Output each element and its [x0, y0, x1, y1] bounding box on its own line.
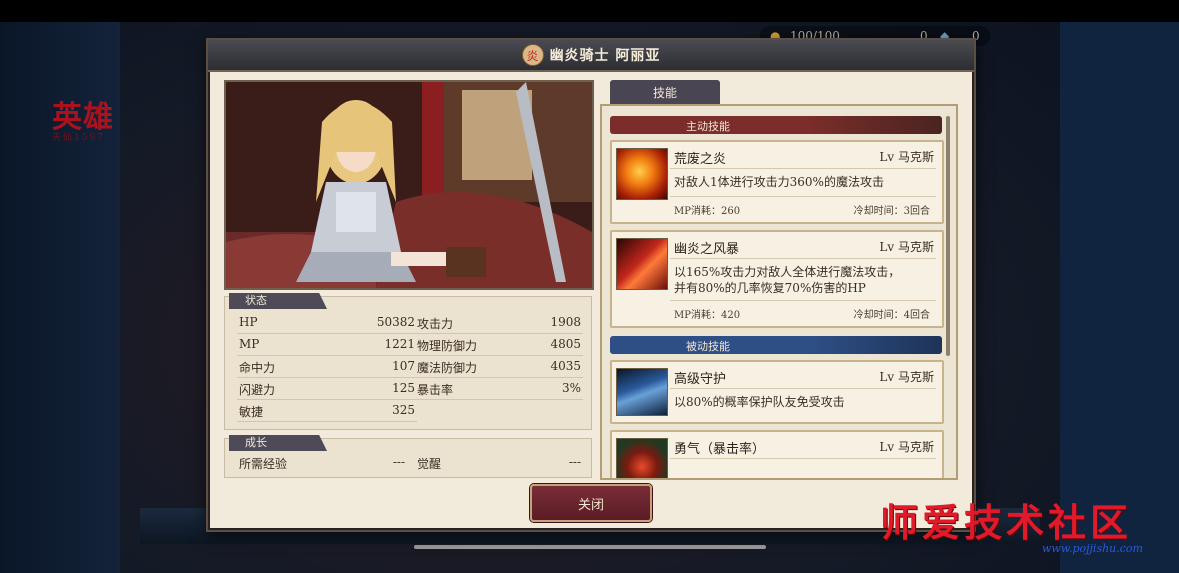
- divider: [670, 300, 936, 301]
- stat-label: 物理防御力: [417, 339, 478, 353]
- skill-level: Lv 马克斯: [879, 440, 934, 454]
- stat-label: 攻击力: [417, 317, 454, 331]
- stat-value: 125: [392, 381, 415, 395]
- skill-card-1[interactable]: 荒废之炎 Lv 马克斯 对敌人1体进行攻击力360%的魔法攻击 MP消耗：260…: [610, 140, 944, 224]
- stat-row-evasion: 闪避力 125: [237, 379, 417, 400]
- character-illustration: [226, 82, 592, 288]
- divider: [670, 388, 936, 389]
- skill-level: Lv 马克斯: [879, 370, 934, 384]
- passive-skills-header: 被动技能: [610, 336, 942, 354]
- skill-level: Lv 马克斯: [879, 240, 934, 254]
- stat-label: 闪避力: [239, 383, 276, 397]
- watermark: 师爱技术社区 www.pojjishu.com: [876, 492, 1176, 562]
- stat-value: 4805: [550, 337, 581, 351]
- character-detail-dialog: 炎 幽炎骑士 阿丽亚 状态 HP 50382 MP 1221 命中力 107 闪…: [206, 38, 976, 532]
- active-skills-header: 主动技能: [610, 116, 942, 134]
- dialog-title: 幽炎骑士 阿丽亚: [549, 48, 661, 64]
- left-backdrop: [0, 0, 120, 573]
- growth-row-exp: 所需经验 ---: [237, 453, 407, 473]
- skill-description: 以80%的概率保护队友免受攻击: [674, 395, 845, 409]
- home-indicator: [414, 545, 766, 549]
- courage-icon: [616, 438, 668, 478]
- shield-guard-icon: [616, 368, 668, 416]
- skill-mp-cost: MP消耗：420: [674, 310, 741, 321]
- stat-row-hp: HP 50382: [237, 313, 417, 334]
- skill-name: 幽炎之风暴: [674, 242, 740, 257]
- stat-value: 3%: [561, 381, 581, 395]
- flame-storm-icon: [616, 238, 668, 290]
- stat-value: 1221: [384, 337, 415, 351]
- fire-element-icon: 炎: [521, 44, 544, 66]
- skill-description: 对敌人1体进行攻击力360%的魔法攻击: [674, 175, 884, 189]
- skill-name: 高级守护: [674, 372, 727, 387]
- status-bar: [0, 0, 1179, 22]
- stat-row-mp: MP 1221: [237, 335, 417, 356]
- skill-card-2[interactable]: 幽炎之风暴 Lv 马克斯 以165%攻击力对敌人全体进行魔法攻击， 并有80%的…: [610, 230, 944, 328]
- stat-label: MP: [239, 337, 260, 351]
- stat-row-accuracy: 命中力 107: [237, 357, 417, 378]
- stat-row-attack: 攻击力 1908: [415, 313, 583, 334]
- growth-label: 觉醒: [417, 457, 442, 471]
- growth-value: ---: [568, 455, 581, 469]
- growth-value: ---: [392, 455, 405, 469]
- stats-section: 状态 HP 50382 MP 1221 命中力 107 闪避力 125 敏捷 3…: [224, 293, 592, 430]
- watermark-text: 师爱技术社区: [880, 500, 1133, 545]
- skill-description-line2: 并有80%的几率恢复70%伤害的HP: [674, 281, 866, 295]
- stat-value: 1908: [550, 315, 581, 329]
- stat-label: 命中力: [239, 361, 276, 375]
- growth-section: 成长 所需经验 --- 觉醒 ---: [224, 435, 592, 478]
- skill-card-4[interactable]: 勇气（暴击率） Lv 马克斯: [610, 430, 944, 478]
- divider: [670, 168, 936, 169]
- stat-label: 魔法防御力: [417, 361, 478, 375]
- stat-value: 107: [392, 359, 415, 373]
- hero-menu-subtitle: 天仙1597: [52, 133, 105, 143]
- skill-card-3[interactable]: 高级守护 Lv 马克斯 以80%的概率保护队友免受攻击: [610, 360, 944, 424]
- skill-description: 以165%攻击力对敌人全体进行魔法攻击，: [674, 265, 901, 279]
- stat-value: 4035: [550, 359, 581, 373]
- tab-skills[interactable]: 技能: [610, 80, 720, 104]
- divider: [670, 196, 936, 197]
- skill-cooldown: 冷却时间：3回合: [853, 206, 930, 217]
- stat-label: HP: [239, 315, 258, 329]
- divider: [670, 258, 936, 259]
- stat-row-agility: 敏捷 325: [237, 401, 417, 422]
- skill-name: 勇气（暴击率）: [674, 442, 766, 457]
- close-button[interactable]: 关闭: [530, 484, 652, 522]
- stat-row-physical-defense: 物理防御力 4805: [415, 335, 583, 356]
- right-backdrop: [1060, 0, 1179, 573]
- skill-cooldown: 冷却时间：4回合: [853, 310, 930, 321]
- stat-row-crit-rate: 暴击率 3%: [415, 379, 583, 400]
- dialog-title-bar: 炎 幽炎骑士 阿丽亚: [208, 40, 974, 70]
- character-portrait: [224, 80, 594, 290]
- skills-scrollbar[interactable]: [946, 116, 950, 356]
- stat-value: 325: [392, 403, 415, 417]
- watermark-url: www.pojjishu.com: [1042, 542, 1143, 555]
- skill-mp-cost: MP消耗：260: [674, 206, 741, 217]
- stats-section-label: 状态: [229, 293, 327, 309]
- fire-swirl-icon: [616, 148, 668, 200]
- growth-section-label: 成长: [229, 435, 327, 451]
- stat-label: 暴击率: [417, 383, 454, 397]
- stat-label: 敏捷: [239, 405, 264, 419]
- skills-panel[interactable]: 主动技能 荒废之炎 Lv 马克斯 对敌人1体进行攻击力360%的魔法攻击 MP消…: [600, 104, 958, 480]
- growth-row-awaken: 觉醒 ---: [415, 453, 583, 473]
- divider: [670, 458, 936, 459]
- stat-value: 50382: [376, 315, 415, 329]
- skill-level: Lv 马克斯: [879, 150, 934, 164]
- growth-label: 所需经验: [239, 457, 288, 471]
- stat-row-magic-defense: 魔法防御力 4035: [415, 357, 583, 378]
- skill-name: 荒废之炎: [674, 152, 727, 167]
